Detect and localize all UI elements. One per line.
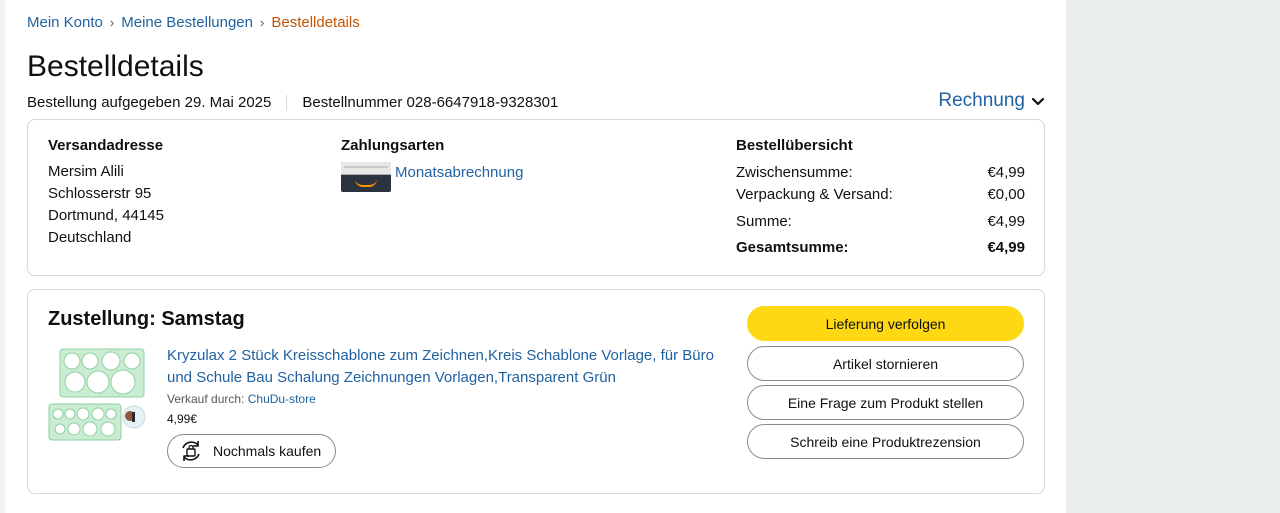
subtotal-label: Zwischensumme: [736,164,853,181]
payment-row: Monatsabrechnung [341,162,523,192]
shipping-street: Schlosserstr 95 [48,185,152,202]
track-package-button[interactable]: Lieferung verfolgen [747,306,1024,341]
cancel-items-button[interactable]: Artikel stornieren [747,346,1024,381]
shipping-cost-value: €0,00 [987,186,1025,203]
breadcrumb-separator: › [260,15,265,30]
order-meta: Bestellung aufgegeben 29. Mai 2025 Beste… [27,94,558,111]
invoice-dropdown[interactable]: Rechnung [938,90,1045,112]
breadcrumb-separator: › [109,15,115,30]
sum-row: Summe: €4,99 [736,211,1025,233]
buy-again-label: Nochmals kaufen [213,443,322,459]
product-image[interactable] [48,346,148,442]
subtotal-value: €4,99 [987,164,1025,181]
invoice-label: Rechnung [938,90,1025,111]
seller-link[interactable]: ChuDu-store [248,392,316,406]
shipping-city: Dortmund, 44145 [48,207,164,224]
divider [286,94,288,111]
grand-total-value: €4,99 [987,239,1025,256]
delivery-title: Zustellung: Samstag [48,308,245,330]
breadcrumb: Mein Konto › Meine Bestellungen › Bestelldet… [27,14,360,31]
shipping-country: Deutschland [48,229,132,246]
payment-methods: Zahlungsarten Monatsabrechnung [341,137,523,192]
amazon-card-icon [341,162,391,192]
ask-product-question-button[interactable]: Eine Frage zum Produkt stellen [747,385,1024,420]
seller-prefix: Verkauf durch: [167,392,245,406]
order-details-page: Mein Konto › Meine Bestellungen › Bestelldet… [27,0,1045,513]
shipment-actions: Lieferung verfolgen Artikel stornieren E… [747,306,1024,463]
shipping-cost-row: Verpackung & Versand: €0,00 [736,184,1025,206]
shipping-address: Versandadresse Mersim Alili Schlosserstr… [48,137,164,249]
shipping-name: Mersim Alili [48,163,124,180]
shipping-cost-label: Verpackung & Versand: [736,186,893,203]
grand-total-label: Gesamtsumme: [736,239,849,256]
shipment-box: Zustellung: Samstag Kryzulax 2 Stück Kre… [27,289,1045,494]
breadcrumb-my-orders[interactable]: Meine Bestellungen [121,14,253,31]
order-date: Bestellung aufgegeben 29. Mai 2025 [27,94,272,111]
payment-method-link[interactable]: Monatsabrechnung [395,164,523,181]
sum-label: Summe: [736,213,792,230]
left-strip [0,0,5,513]
payment-title: Zahlungsarten [341,137,445,154]
summary-title: Bestellübersicht [736,137,853,154]
right-gutter [1066,0,1280,513]
subtotal-row: Zwischensumme: €4,99 [736,162,1025,184]
sum-value: €4,99 [987,213,1025,230]
order-info-box: Versandadresse Mersim Alili Schlosserstr… [27,119,1045,276]
shipping-title: Versandadresse [48,137,164,154]
breadcrumb-current: Bestelldetails [271,14,360,31]
buy-again-button[interactable]: Nochmals kaufen [167,434,337,468]
chevron-down-icon [1031,97,1045,106]
grand-total-row: Gesamtsumme: €4,99 [736,237,1025,259]
product-title-link[interactable]: Kryzulax 2 Stück Kreisschablone zum Zeic… [167,345,727,389]
seller-info: Verkauf durch: ChuDu-store [167,392,727,406]
order-summary: Bestellübersicht Zwischensumme: €4,99 Ve… [736,137,1025,259]
page-title: Bestelldetails [27,50,204,83]
product-price: 4,99€ [167,412,198,426]
write-review-button[interactable]: Schreib eine Produktrezension [747,424,1024,459]
rebuy-cycle-icon [182,441,200,461]
breadcrumb-my-account[interactable]: Mein Konto [27,14,103,31]
product-details: Kryzulax 2 Stück Kreisschablone zum Zeic… [167,345,727,469]
order-number: Bestellnummer 028-6647918-9328301 [302,94,559,111]
